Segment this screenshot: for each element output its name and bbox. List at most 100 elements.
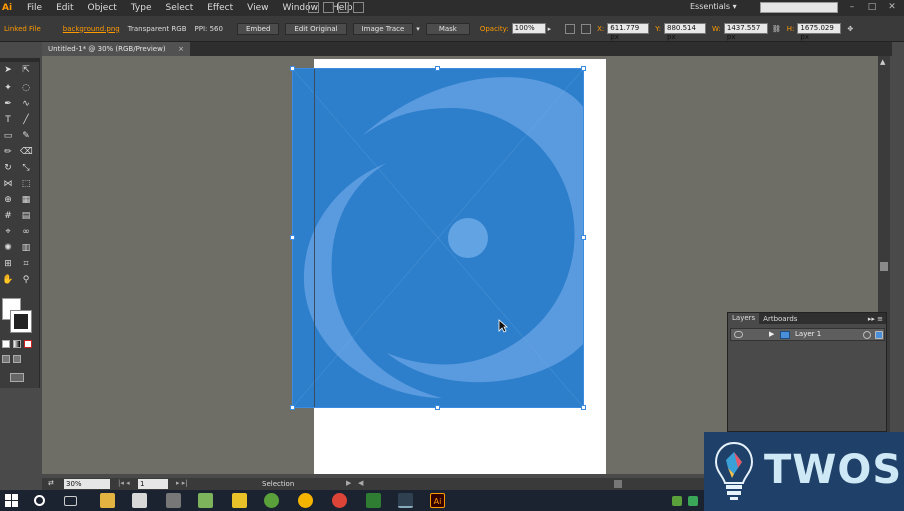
scroll-up-icon[interactable]: ▲ [880,58,885,66]
document-tab[interactable]: Untitled-1* @ 30% (RGB/Preview) × [42,42,190,56]
gradient-mode-icon[interactable] [13,340,21,348]
menu-effect[interactable]: Effect [200,3,240,13]
close-window-icon[interactable]: ✕ [886,2,898,13]
scroll-left-icon[interactable]: ◀ [358,479,363,487]
eyedropper-tool-icon[interactable]: ⌖ [2,226,14,238]
windows-start-icon[interactable] [4,493,19,508]
mesh-tool-icon[interactable]: # [2,210,14,222]
horizontal-scroll-thumb[interactable] [614,480,622,488]
status-menu-arrow-icon[interactable]: ▶ [346,479,351,487]
handle-middle-right[interactable] [581,235,586,240]
align-icon[interactable] [565,23,576,34]
layer-name[interactable]: Layer 1 [795,330,821,338]
tray-icon-1[interactable] [672,496,682,506]
symbol-sprayer-tool-icon[interactable]: ✺ [2,242,14,254]
visibility-eye-icon[interactable] [734,331,743,338]
edit-original-button[interactable]: Edit Original [285,22,347,35]
artboard-tool-icon[interactable]: ⊞ [2,258,14,270]
column-graph-tool-icon[interactable]: ▥ [20,242,32,254]
rotate-tool-icon[interactable]: ↻ [2,162,14,174]
bridge-icon[interactable] [308,2,319,13]
scroll-thumb[interactable] [880,262,888,271]
free-transform-tool-icon[interactable]: ⬚ [20,178,32,190]
android-app-icon[interactable] [264,493,279,508]
none-mode-icon[interactable] [24,340,32,348]
curvature-tool-icon[interactable]: ∿ [20,98,32,110]
panel-menu-icon[interactable]: ▸▸ ≡ [868,315,886,323]
stroke-swatch[interactable] [10,310,32,333]
selection-tool-icon[interactable]: ➤ [2,64,14,76]
zoom-menu-icon[interactable]: ⇄ [48,479,54,487]
help-search-input[interactable] [760,2,838,13]
transform-reference-icon[interactable] [581,23,592,34]
transform-options-icon[interactable]: ✥ [847,25,853,33]
opacity-label[interactable]: Opacity: [480,25,509,33]
stock-icon[interactable] [323,2,334,13]
menu-edit[interactable]: Edit [49,3,80,13]
pen-tool-icon[interactable]: ✒ [2,98,14,110]
calculator-icon[interactable] [166,493,181,508]
handle-middle-left[interactable] [290,235,295,240]
layer-row[interactable]: ▶ Layer 1 [730,328,885,341]
x-input[interactable]: 611.779 px [607,23,650,41]
selection-indicator-icon[interactable] [875,331,883,339]
screen-mode-icon[interactable] [10,373,24,382]
zoom-field[interactable]: 30% [64,479,110,489]
shape-builder-tool-icon[interactable]: ⊕ [2,194,14,206]
blend-tool-icon[interactable]: ∞ [20,226,32,238]
scale-tool-icon[interactable]: ⤡ [20,162,32,174]
width-tool-icon[interactable]: ⋈ [2,178,14,190]
draw-behind-icon[interactable] [13,355,21,363]
hand-tool-icon[interactable]: ✋ [2,274,14,286]
next-artboard-icon[interactable]: ▸ ▸| [176,479,188,487]
mask-button[interactable]: Mask [425,22,470,35]
handle-bottom-left[interactable] [290,405,295,410]
notepad-icon[interactable] [132,493,147,508]
type-tool-icon[interactable]: T [2,114,14,126]
menu-view[interactable]: View [240,3,275,13]
pencil-tool-icon[interactable]: ✏ [2,146,14,158]
draw-mode-icon[interactable] [2,355,10,363]
rectangle-tool-icon[interactable]: ▭ [2,130,14,142]
handle-bottom-right[interactable] [581,405,586,410]
gpu-performance-icon[interactable] [353,2,364,13]
minimize-icon[interactable]: – [846,2,858,13]
menu-type[interactable]: Type [124,3,159,13]
zoom-tool-icon[interactable]: ⚲ [20,274,32,286]
menu-select[interactable]: Select [158,3,200,13]
photos-icon[interactable] [198,493,213,508]
opacity-arrow-icon[interactable]: ▸ [548,25,552,33]
task-view-icon[interactable] [64,496,77,506]
slice-tool-icon[interactable]: ⌗ [20,258,32,270]
line-tool-icon[interactable]: ╱ [20,114,32,126]
expand-layer-icon[interactable]: ▶ [769,330,774,338]
linked-filename[interactable]: background.png [63,25,120,33]
linked-file-label[interactable]: Linked File [4,25,41,33]
handle-top-center[interactable] [435,66,440,71]
menu-object[interactable]: Object [81,3,124,13]
workspace-switcher[interactable]: Essentials ▾ [690,2,737,11]
opacity-input[interactable]: 100% [511,23,546,34]
paintbrush-tool-icon[interactable]: ✎ [20,130,32,142]
direct-selection-tool-icon[interactable]: ⇱ [20,64,32,76]
eraser-tool-icon[interactable]: ⌫ [20,146,33,158]
chrome-icon[interactable] [332,493,347,508]
perspective-grid-tool-icon[interactable]: ▦ [20,194,32,206]
file-explorer-icon[interactable] [100,493,115,508]
cortana-icon[interactable] [34,495,45,506]
maximize-icon[interactable]: □ [866,2,878,13]
image-trace-dropdown-icon[interactable]: ▾ [416,25,420,33]
menu-file[interactable]: File [20,3,49,13]
gradient-tool-icon[interactable]: ▤ [20,210,32,222]
embed-button[interactable]: Embed [236,22,280,35]
first-artboard-icon[interactable]: |◂ ◂ [118,479,130,487]
sticky-app-icon[interactable] [232,493,247,508]
selection-bounding-box[interactable] [292,68,584,408]
camtasia-icon[interactable] [366,493,381,508]
target-circle-icon[interactable] [863,331,871,339]
handle-top-right[interactable] [581,66,586,71]
h-input[interactable]: 1675.029 px [797,23,842,41]
arrange-documents-icon[interactable] [338,2,349,13]
tab-artboards[interactable]: Artboards [759,315,801,323]
close-tab-icon[interactable]: × [178,42,184,56]
